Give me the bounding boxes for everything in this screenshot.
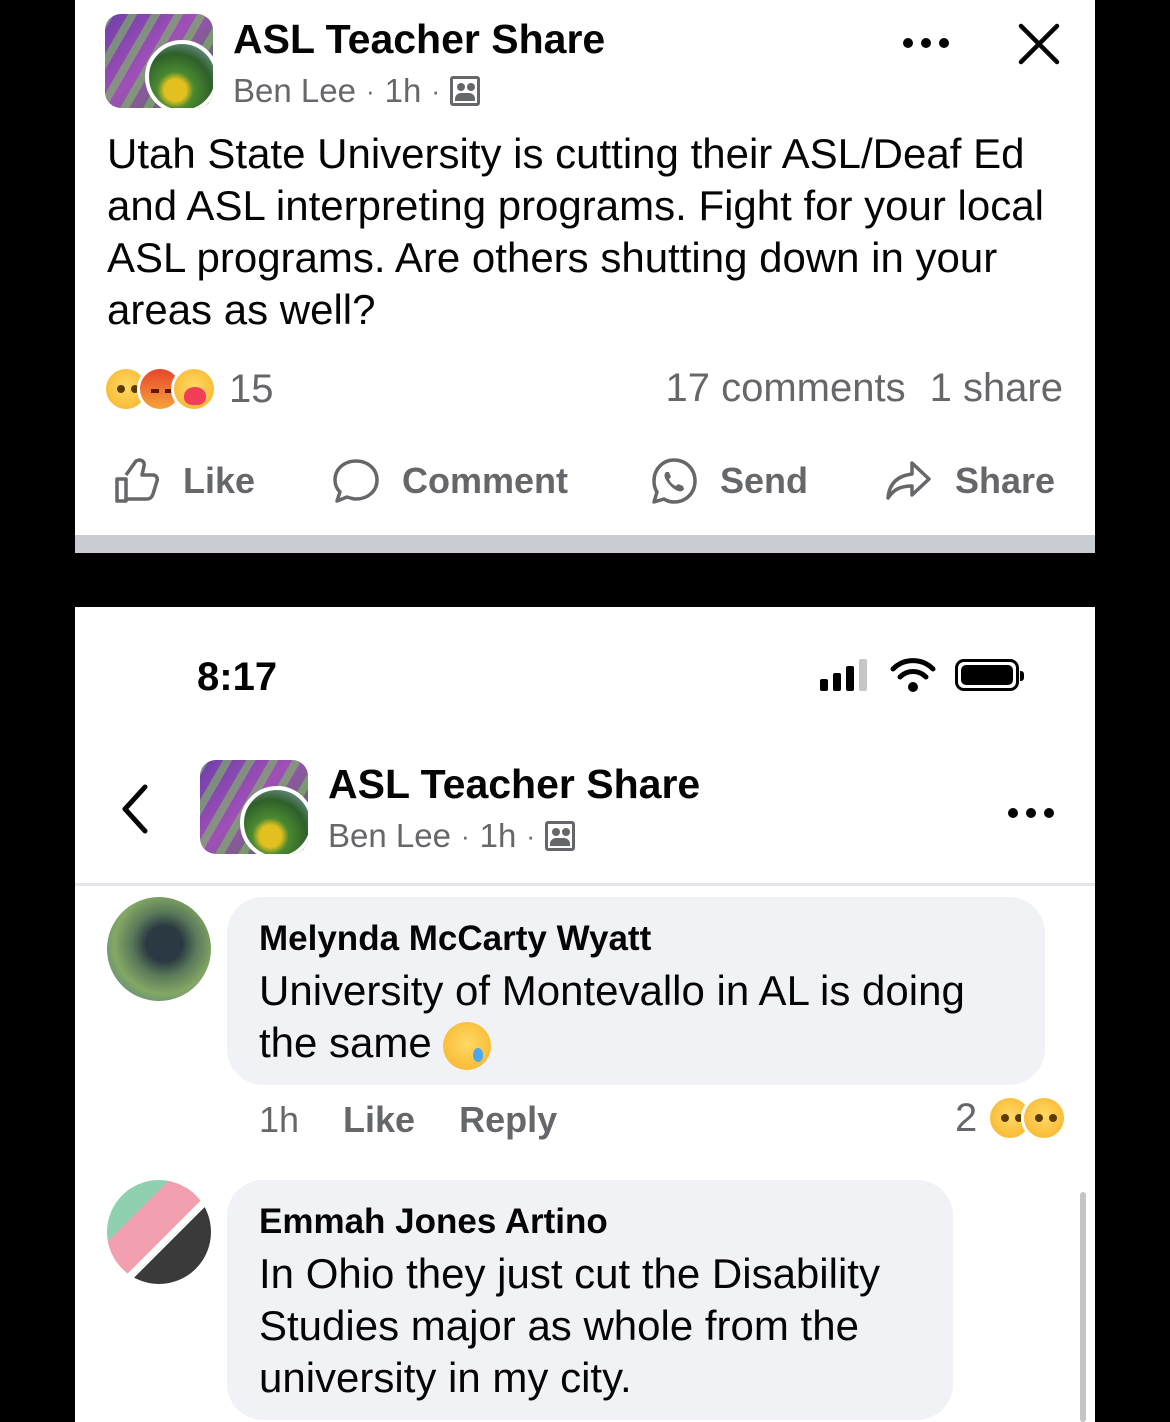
comment-button[interactable]: Comment — [330, 455, 568, 507]
separator-dot: · — [431, 75, 441, 106]
post-body: Utah State University is cutting their A… — [107, 130, 1044, 333]
comment-text: In Ohio they just cut the Disability Stu… — [259, 1250, 880, 1401]
sad-reaction-icon — [1021, 1095, 1068, 1141]
commenter-name[interactable]: Emmah Jones Artino — [259, 1202, 921, 1242]
group-name[interactable]: ASL Teacher Share — [328, 761, 700, 808]
thumbs-up-icon — [115, 458, 159, 503]
shares-count[interactable]: 1 share — [930, 366, 1063, 411]
group-privacy-icon — [450, 76, 481, 106]
comments-screen: 8:17 ASL Teacher Share Ben Lee · 1h · Me… — [75, 607, 1095, 1422]
reaction-count: 15 — [229, 366, 274, 411]
comment-bubble: Melynda McCarty Wyatt University of Mont… — [227, 897, 1045, 1085]
comment-bubble-icon — [333, 459, 379, 503]
send-button[interactable]: Send — [648, 455, 808, 507]
comment-label: Comment — [402, 460, 569, 501]
comments-count[interactable]: 17 comments — [665, 366, 905, 411]
battery-icon — [955, 659, 1024, 691]
group-avatar[interactable] — [105, 14, 213, 108]
group-privacy-icon — [545, 821, 576, 851]
header-divider — [75, 883, 1095, 886]
comment-reply-button[interactable]: Reply — [459, 1099, 557, 1141]
crying-face-emoji — [443, 1021, 492, 1070]
separator-dot: · — [365, 75, 375, 106]
more-options-icon[interactable] — [1008, 808, 1054, 818]
author-avatar — [145, 40, 213, 108]
separator-dot: · — [526, 820, 536, 851]
share-button[interactable]: Share — [883, 455, 1055, 507]
post-time[interactable]: 1h — [480, 817, 517, 855]
comment-like-button[interactable]: Like — [343, 1099, 415, 1141]
separator-dot: · — [460, 820, 470, 851]
like-label: Like — [183, 460, 256, 501]
author-name[interactable]: Ben Lee — [233, 72, 356, 110]
cellular-signal-icon — [820, 659, 867, 691]
like-button[interactable]: Like — [111, 455, 255, 507]
send-label: Send — [720, 460, 809, 501]
share-arrow-icon — [886, 461, 931, 500]
share-label: Share — [955, 460, 1056, 501]
action-bar: Like Comment Send Share — [75, 455, 1095, 515]
comment-reactions[interactable]: 2 — [955, 1095, 1068, 1141]
comment-actions: 1h Like Reply — [259, 1099, 557, 1141]
commenter-avatar[interactable] — [107, 1180, 211, 1284]
comment-time[interactable]: 1h — [259, 1099, 299, 1141]
group-name[interactable]: ASL Teacher Share — [233, 16, 605, 63]
divider — [75, 535, 1095, 553]
post-time[interactable]: 1h — [385, 72, 422, 110]
commenter-avatar[interactable] — [107, 897, 211, 1001]
group-avatar[interactable] — [200, 760, 308, 854]
whatsapp-icon — [652, 458, 697, 504]
post-meta: Ben Lee · 1h · — [233, 72, 481, 110]
more-options-icon[interactable] — [903, 38, 949, 48]
reaction-summary[interactable]: 15 — [103, 366, 274, 412]
comment-bubble: Emmah Jones Artino In Ohio they just cut… — [227, 1180, 953, 1420]
close-icon[interactable] — [1017, 22, 1061, 66]
commenter-name[interactable]: Melynda McCarty Wyatt — [259, 919, 1013, 959]
post-stats: 17 comments 1 share — [665, 366, 1063, 411]
wifi-icon — [890, 658, 936, 692]
care-reaction-icon — [171, 366, 217, 412]
author-name[interactable]: Ben Lee — [328, 817, 451, 855]
post-card: ASL Teacher Share Ben Lee · 1h · Utah St… — [75, 0, 1095, 553]
back-chevron-icon[interactable] — [115, 779, 155, 839]
comment-reaction-count: 2 — [955, 1095, 978, 1140]
author-avatar — [240, 786, 308, 854]
post-meta: Ben Lee · 1h · — [328, 817, 576, 855]
status-time: 8:17 — [197, 655, 278, 699]
scrollbar[interactable] — [1080, 1192, 1086, 1422]
comment-text: University of Montevallo in AL is doing … — [259, 965, 1013, 1070]
